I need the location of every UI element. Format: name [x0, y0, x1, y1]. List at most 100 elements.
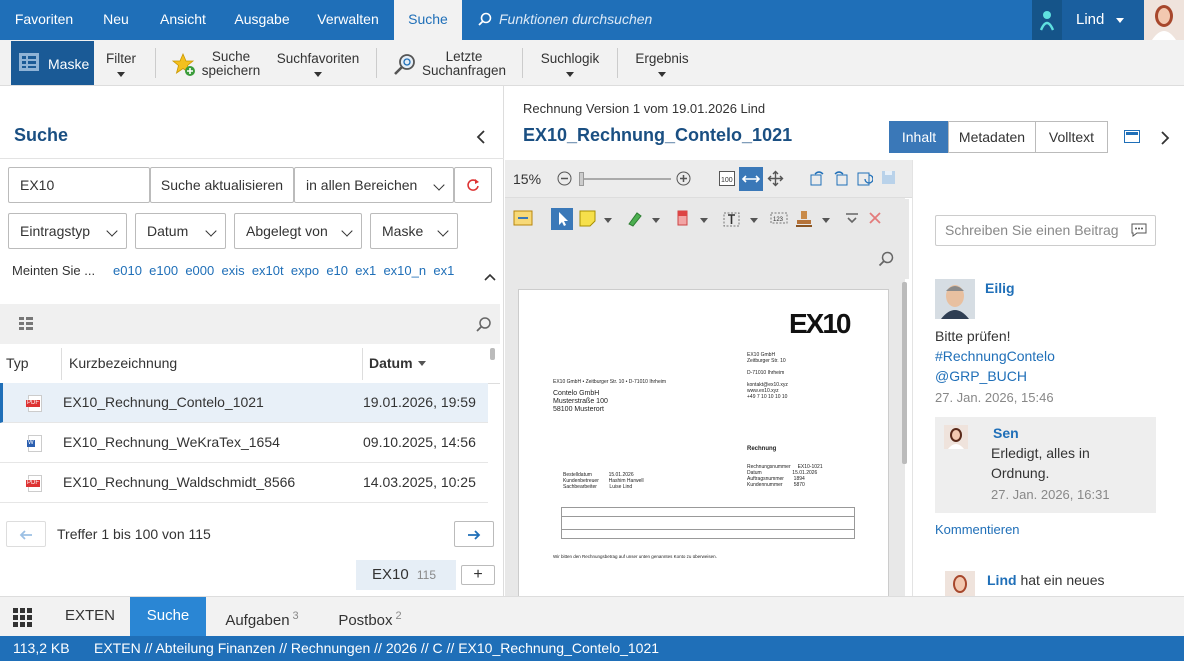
- filter-label: Filter: [106, 51, 136, 66]
- suggestion-link[interactable]: e10: [326, 263, 348, 278]
- panel-title: Suche: [14, 125, 69, 145]
- zoom-slider[interactable]: [579, 178, 671, 180]
- search-logic-menu[interactable]: Suchlogik: [540, 52, 600, 77]
- filter-eintragstyp[interactable]: Eintragstyp: [8, 213, 127, 249]
- tab-verwalten[interactable]: Verwalten: [302, 0, 394, 40]
- tab-metadaten[interactable]: Metadaten: [948, 121, 1036, 153]
- viewer-scrollbar[interactable]: [902, 282, 907, 464]
- text-box-icon[interactable]: [722, 209, 742, 229]
- bottom-tab-postbox[interactable]: Postbox 2: [322, 597, 418, 637]
- suggestion-link[interactable]: expo: [291, 263, 319, 278]
- bottom-tab-aufgaben[interactable]: Aufgaben 3: [212, 597, 312, 637]
- avatar: [935, 279, 975, 319]
- tab-neu[interactable]: Neu: [88, 0, 144, 40]
- result-label: Ergebnis: [635, 51, 689, 66]
- zoom-out-icon[interactable]: [557, 171, 572, 186]
- suggestion-link[interactable]: ex10_n: [383, 263, 426, 278]
- next-page-button[interactable]: [454, 521, 494, 547]
- comment-link[interactable]: Kommentieren: [935, 522, 1020, 537]
- search-icon[interactable]: [476, 317, 491, 332]
- bottom-tab-suche[interactable]: Suche: [130, 597, 206, 637]
- suggestion-link[interactable]: ex1: [433, 263, 454, 278]
- reset-button[interactable]: [454, 167, 492, 203]
- hashtag-link[interactable]: #RechnungContelo: [935, 348, 1055, 364]
- search-input[interactable]: EX10: [8, 167, 150, 203]
- suggestion-link[interactable]: ex10t: [252, 263, 284, 278]
- column-type[interactable]: Typ: [6, 355, 29, 371]
- pdf-file-icon: PDF: [26, 475, 42, 492]
- last-searches-button[interactable]: Letzte Suchanfragen: [422, 50, 506, 78]
- result-menu[interactable]: Ergebnis: [634, 52, 690, 77]
- column-name[interactable]: Kurzbezeichnung: [69, 355, 177, 371]
- tab-favoriten[interactable]: Favoriten: [0, 0, 88, 40]
- prev-page-button[interactable]: [6, 521, 46, 547]
- tab-inhalt[interactable]: Inhalt: [889, 121, 949, 153]
- filter-datum[interactable]: Datum: [135, 213, 226, 249]
- save-search-button[interactable]: Suche speichern: [200, 50, 262, 78]
- rotate-right-icon[interactable]: [832, 170, 849, 187]
- bottom-tab-exten[interactable]: EXTEN: [50, 597, 130, 637]
- mask-button[interactable]: Maske: [11, 41, 94, 85]
- row-date: 19.01.2026, 19:59: [363, 394, 476, 410]
- eraser-icon[interactable]: [674, 209, 692, 229]
- favorites-label: Suchfavoriten: [276, 51, 360, 66]
- suggestion-link[interactable]: e100: [149, 263, 178, 278]
- zoom-in-icon[interactable]: [676, 171, 691, 186]
- mention-link[interactable]: @GRP_BUCH: [935, 368, 1027, 384]
- table-row[interactable]: W EX10_Rechnung_WeKraTex_1654 09.10.2025…: [0, 423, 488, 463]
- rotate-left-icon[interactable]: [809, 170, 826, 187]
- layout-icon[interactable]: [1124, 130, 1140, 143]
- collapse-left-icon[interactable]: [476, 130, 486, 144]
- fit-width-button[interactable]: [739, 167, 763, 191]
- suggestion-link[interactable]: e010: [113, 263, 142, 278]
- filter-menu[interactable]: Filter: [104, 52, 138, 77]
- function-search-input[interactable]: Funktionen durchsuchen: [499, 0, 652, 40]
- actual-size-icon[interactable]: 100: [719, 171, 735, 186]
- reply-author[interactable]: Sen: [993, 425, 1019, 441]
- chevron-right-icon[interactable]: [1160, 131, 1170, 145]
- column-date[interactable]: Datum: [369, 355, 413, 371]
- tab-suche[interactable]: Suche: [394, 0, 462, 40]
- comment-author[interactable]: Eilig: [985, 280, 1015, 296]
- search-logic-label: Suchlogik: [540, 51, 600, 66]
- filter-abgelegt-von[interactable]: Abgelegt von: [234, 213, 362, 249]
- refresh-view-icon[interactable]: [856, 170, 873, 187]
- close-icon[interactable]: [868, 211, 882, 225]
- comment-input[interactable]: Schreiben Sie einen Beitrag: [935, 215, 1156, 246]
- suggestion-link[interactable]: exis: [221, 263, 244, 278]
- note-panel-icon[interactable]: [512, 209, 534, 229]
- sticky-note-icon[interactable]: [578, 209, 598, 229]
- scope-select[interactable]: in allen Bereichen: [294, 167, 454, 203]
- chevron-down-icon: [1116, 18, 1124, 23]
- scrollbar-thumb[interactable]: [490, 348, 495, 360]
- apps-grid-icon[interactable]: [13, 608, 33, 628]
- search-favorites-menu[interactable]: Suchfavoriten: [276, 52, 360, 77]
- suggestion-link[interactable]: e000: [185, 263, 214, 278]
- update-search-button[interactable]: Suche aktualisieren: [150, 167, 294, 203]
- tab-ausgabe[interactable]: Ausgabe: [222, 0, 302, 40]
- user-menu[interactable]: Lind: [1032, 0, 1184, 40]
- tab-ansicht[interactable]: Ansicht: [144, 0, 222, 40]
- filter-maske[interactable]: Maske: [370, 213, 458, 249]
- table-row[interactable]: PDF EX10_Rechnung_Contelo_1021 19.01.202…: [0, 383, 488, 423]
- arrow-left-icon: [19, 530, 32, 540]
- results-toolbar: [0, 304, 500, 344]
- view-options-icon[interactable]: [19, 317, 33, 331]
- ocr-area-icon[interactable]: 123: [770, 211, 790, 227]
- chevron-up-icon[interactable]: [484, 272, 496, 282]
- save-icon[interactable]: [881, 170, 896, 185]
- tab-volltext[interactable]: Volltext: [1035, 121, 1108, 153]
- collapse-tools-icon[interactable]: [845, 211, 859, 225]
- suggestion-link[interactable]: ex1: [355, 263, 376, 278]
- stamp-icon[interactable]: [793, 208, 815, 230]
- zoom-slider-handle[interactable]: [579, 172, 584, 186]
- add-tag-button[interactable]: +: [461, 565, 495, 585]
- table-row[interactable]: PDF EX10_Rechnung_Waldschmidt_8566 14.03…: [0, 463, 488, 503]
- fit-page-icon[interactable]: [767, 170, 784, 187]
- saved-search-tag[interactable]: EX10 115: [356, 560, 456, 590]
- search-icon[interactable]: [878, 251, 894, 267]
- activity-author[interactable]: Lind: [987, 572, 1017, 588]
- highlighter-icon[interactable]: [625, 209, 645, 229]
- user-name: Lind: [1076, 11, 1105, 28]
- select-tool-button[interactable]: [551, 208, 573, 230]
